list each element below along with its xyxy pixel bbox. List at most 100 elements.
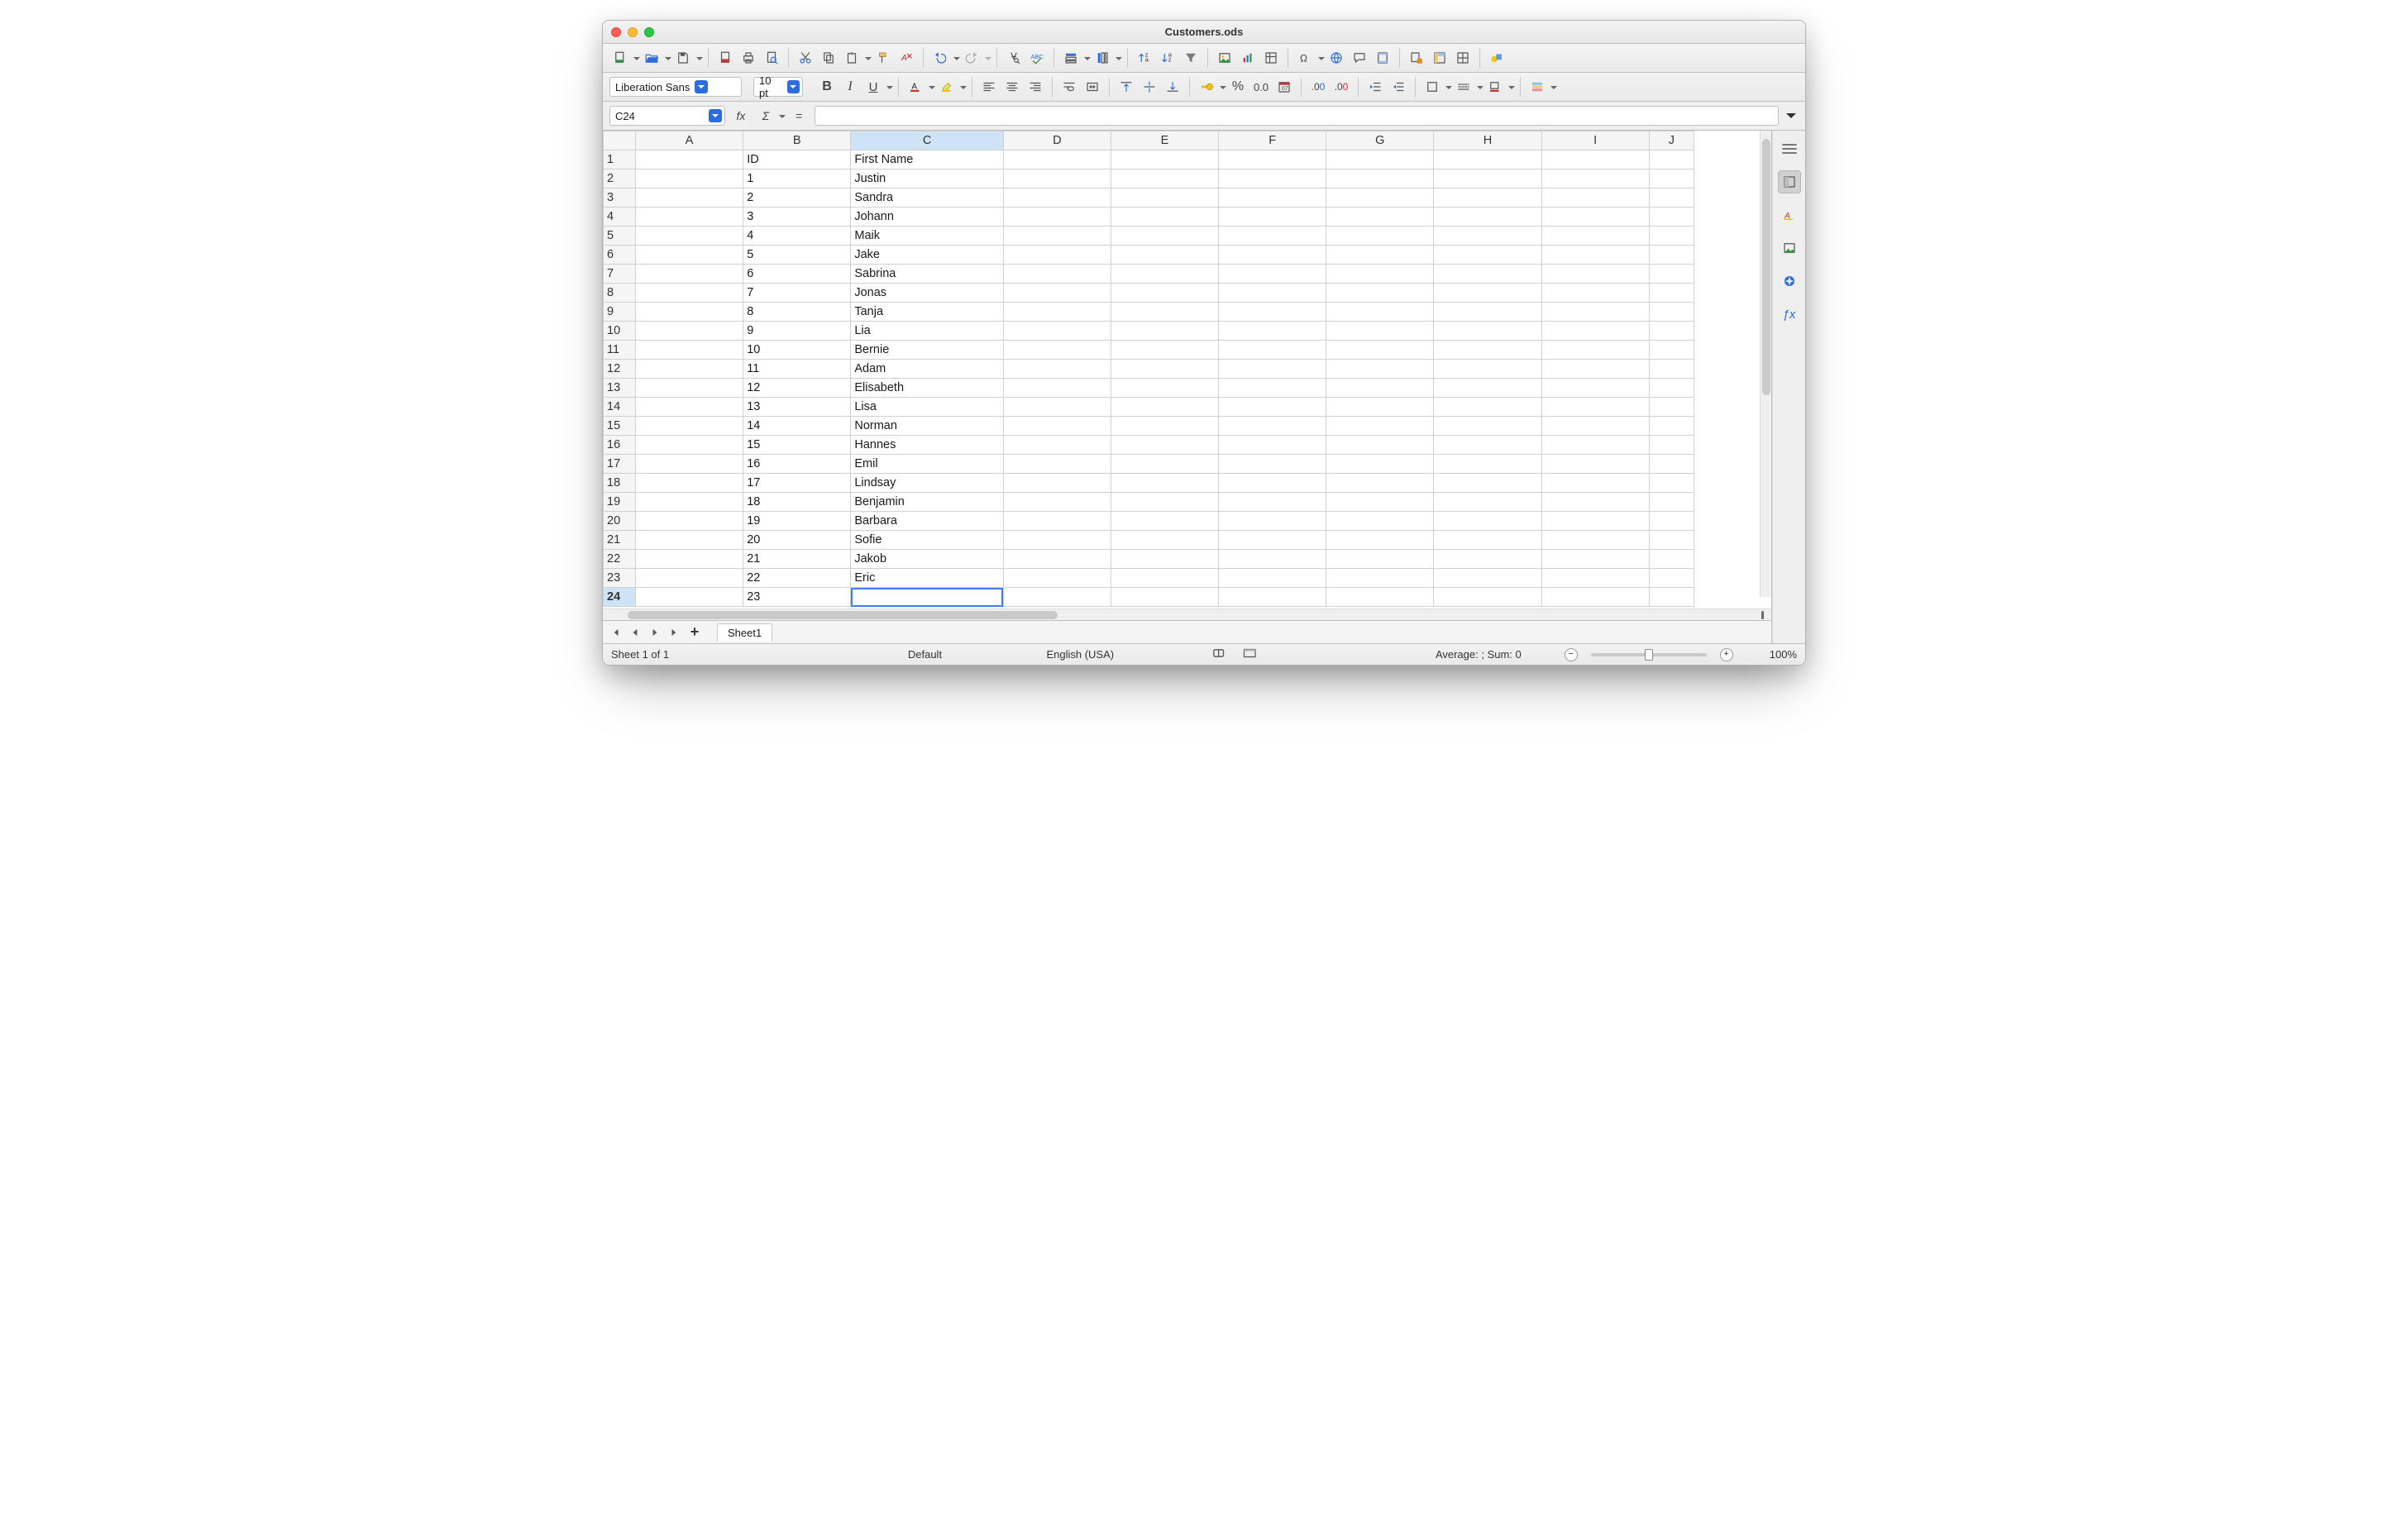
cell-D15[interactable] — [1003, 417, 1111, 436]
formula-bar-expand-button[interactable] — [1784, 108, 1799, 123]
cell-C13[interactable]: Elisabeth — [851, 379, 1003, 398]
row-header-8[interactable]: 8 — [604, 284, 636, 303]
scroll-thumb[interactable] — [1762, 139, 1770, 395]
cell-G6[interactable] — [1326, 246, 1434, 265]
cell-I19[interactable] — [1541, 493, 1649, 512]
cell-I17[interactable] — [1541, 455, 1649, 474]
cell-G7[interactable] — [1326, 265, 1434, 284]
cell-B13[interactable]: 12 — [743, 379, 851, 398]
row-header-11[interactable]: 11 — [604, 341, 636, 360]
cell-C16[interactable]: Hannes — [851, 436, 1003, 455]
column-header-J[interactable]: J — [1649, 131, 1694, 150]
cell-G24[interactable] — [1326, 588, 1434, 607]
cell-A1[interactable] — [636, 150, 743, 169]
cell-G20[interactable] — [1326, 512, 1434, 531]
row-header-22[interactable]: 22 — [604, 550, 636, 569]
cell-B22[interactable]: 21 — [743, 550, 851, 569]
cell-G11[interactable] — [1326, 341, 1434, 360]
cell-B21[interactable]: 20 — [743, 531, 851, 550]
cell-H3[interactable] — [1434, 189, 1541, 208]
cell-I15[interactable] — [1541, 417, 1649, 436]
column-header-F[interactable]: F — [1219, 131, 1326, 150]
align-center-button[interactable] — [1001, 76, 1023, 98]
close-window-button[interactable] — [611, 27, 621, 37]
cell-J23[interactable] — [1649, 569, 1694, 588]
cell-H10[interactable] — [1434, 322, 1541, 341]
cell-J7[interactable] — [1649, 265, 1694, 284]
cell-C9[interactable]: Tanja — [851, 303, 1003, 322]
autofilter-button[interactable] — [1180, 47, 1202, 69]
cut-button[interactable] — [795, 47, 816, 69]
row-header-24[interactable]: 24 — [604, 588, 636, 607]
font-color-button[interactable]: A — [905, 76, 934, 98]
cell-G16[interactable] — [1326, 436, 1434, 455]
cell-G10[interactable] — [1326, 322, 1434, 341]
sum-button[interactable]: Σ — [755, 105, 785, 126]
cell-E14[interactable] — [1111, 398, 1218, 417]
cell-B23[interactable]: 22 — [743, 569, 851, 588]
cell-E18[interactable] — [1111, 474, 1218, 493]
column-header-G[interactable]: G — [1326, 131, 1434, 150]
cell-A5[interactable] — [636, 227, 743, 246]
sidebar-settings-button[interactable] — [1778, 137, 1801, 160]
cell-F8[interactable] — [1219, 284, 1326, 303]
increase-indent-button[interactable] — [1364, 76, 1386, 98]
freeze-panes-button[interactable] — [1429, 47, 1450, 69]
cell-C14[interactable]: Lisa — [851, 398, 1003, 417]
select-all-corner[interactable] — [604, 131, 636, 150]
cell-F17[interactable] — [1219, 455, 1326, 474]
cell-E1[interactable] — [1111, 150, 1218, 169]
cell-I22[interactable] — [1541, 550, 1649, 569]
formula-input[interactable] — [815, 106, 1779, 126]
cell-I21[interactable] — [1541, 531, 1649, 550]
cell-H22[interactable] — [1434, 550, 1541, 569]
currency-format-button[interactable] — [1196, 76, 1226, 98]
border-style-button[interactable] — [1453, 76, 1483, 98]
cell-C4[interactable]: Johann — [851, 208, 1003, 227]
redo-button[interactable] — [961, 47, 991, 69]
cell-E21[interactable] — [1111, 531, 1218, 550]
cell-J12[interactable] — [1649, 360, 1694, 379]
cell-C3[interactable]: Sandra — [851, 189, 1003, 208]
cell-G1[interactable] — [1326, 150, 1434, 169]
cell-H9[interactable] — [1434, 303, 1541, 322]
cell-D10[interactable] — [1003, 322, 1111, 341]
cell-D4[interactable] — [1003, 208, 1111, 227]
cell-E13[interactable] — [1111, 379, 1218, 398]
row-header-4[interactable]: 4 — [604, 208, 636, 227]
cell-I6[interactable] — [1541, 246, 1649, 265]
row-header-2[interactable]: 2 — [604, 169, 636, 189]
cell-A7[interactable] — [636, 265, 743, 284]
cell-A2[interactable] — [636, 169, 743, 189]
cell-D18[interactable] — [1003, 474, 1111, 493]
cell-F2[interactable] — [1219, 169, 1326, 189]
cell-H2[interactable] — [1434, 169, 1541, 189]
cell-H24[interactable] — [1434, 588, 1541, 607]
cell-F6[interactable] — [1219, 246, 1326, 265]
cell-J11[interactable] — [1649, 341, 1694, 360]
align-middle-button[interactable] — [1139, 76, 1160, 98]
cell-A10[interactable] — [636, 322, 743, 341]
cell-G5[interactable] — [1326, 227, 1434, 246]
insert-pivot-button[interactable] — [1260, 47, 1282, 69]
row-header-17[interactable]: 17 — [604, 455, 636, 474]
cell-D6[interactable] — [1003, 246, 1111, 265]
cell-E11[interactable] — [1111, 341, 1218, 360]
cell-J6[interactable] — [1649, 246, 1694, 265]
cell-J21[interactable] — [1649, 531, 1694, 550]
cell-H23[interactable] — [1434, 569, 1541, 588]
cell-C7[interactable]: Sabrina — [851, 265, 1003, 284]
cell-C12[interactable]: Adam — [851, 360, 1003, 379]
cell-J5[interactable] — [1649, 227, 1694, 246]
cell-A12[interactable] — [636, 360, 743, 379]
row-header-23[interactable]: 23 — [604, 569, 636, 588]
cell-G13[interactable] — [1326, 379, 1434, 398]
cell-B9[interactable]: 8 — [743, 303, 851, 322]
paste-button[interactable] — [841, 47, 871, 69]
define-print-area-button[interactable] — [1406, 47, 1427, 69]
cell-B4[interactable]: 3 — [743, 208, 851, 227]
cell-G22[interactable] — [1326, 550, 1434, 569]
print-preview-button[interactable] — [761, 47, 782, 69]
merge-cells-button[interactable] — [1082, 76, 1103, 98]
row-header-21[interactable]: 21 — [604, 531, 636, 550]
